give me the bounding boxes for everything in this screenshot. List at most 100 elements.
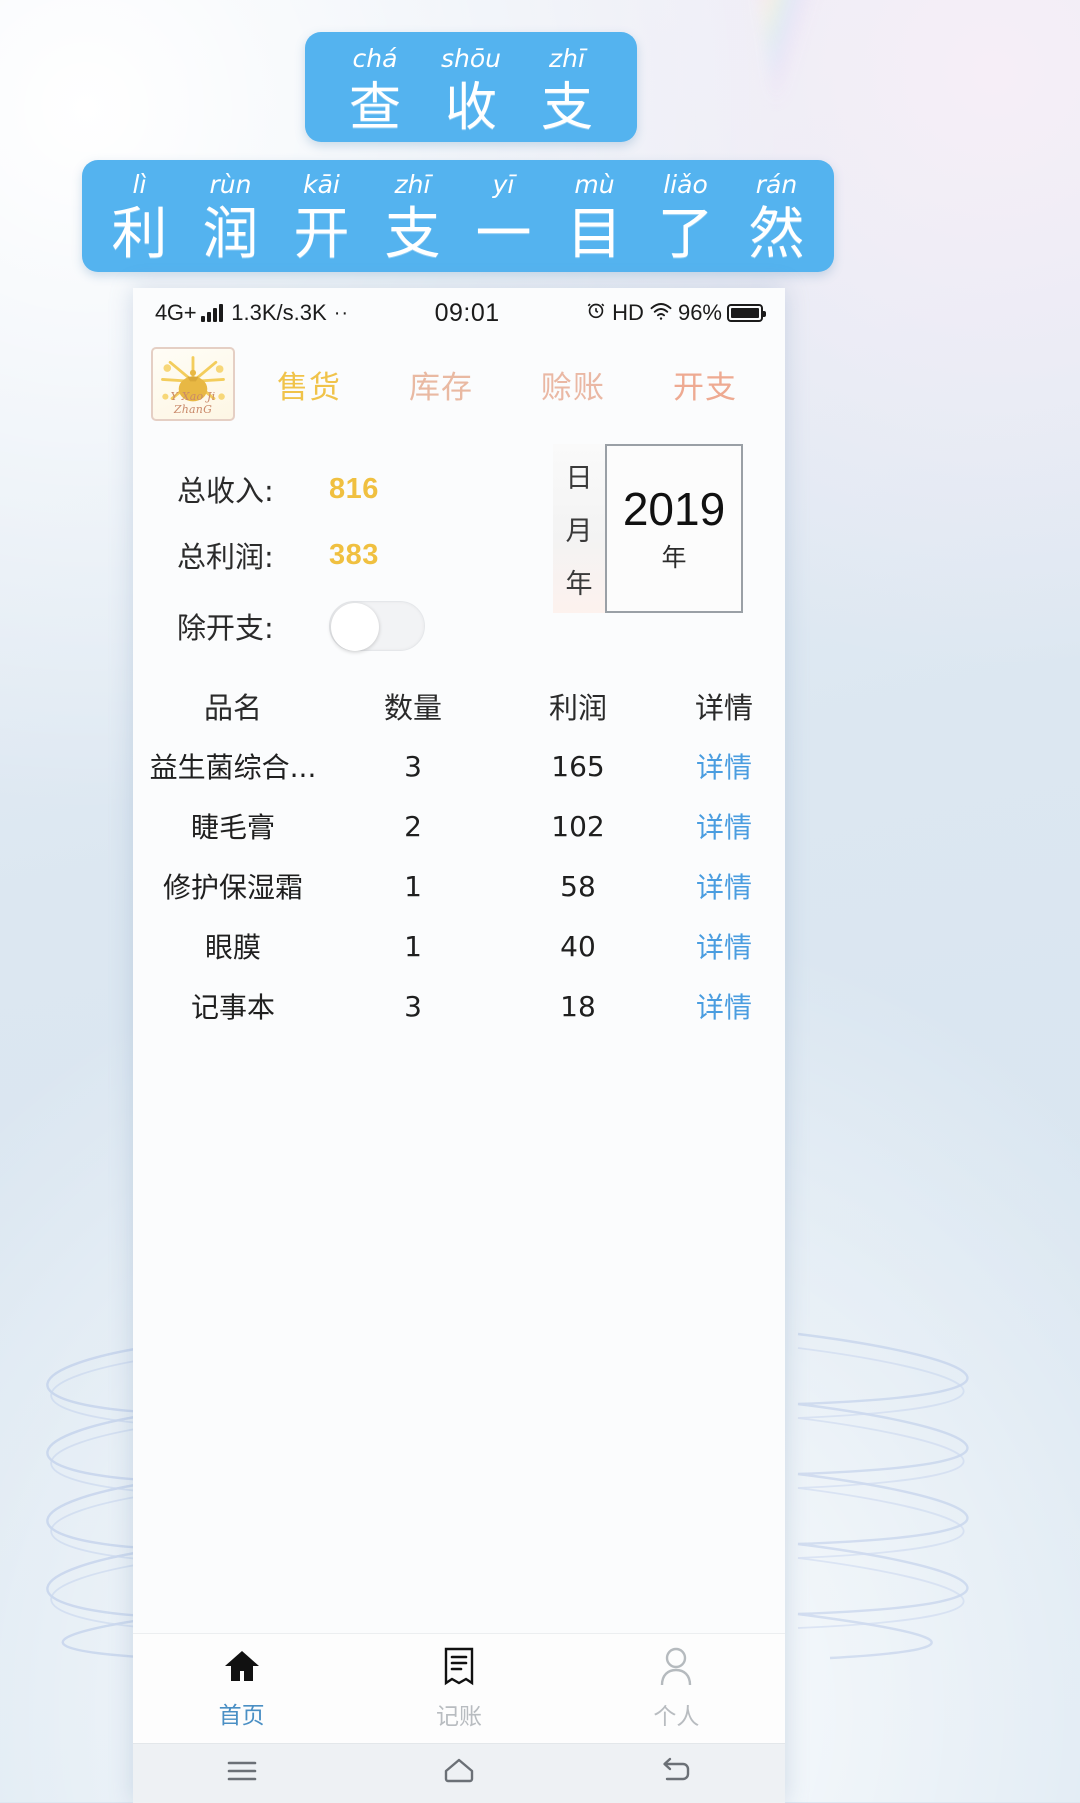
table-row[interactable]: 睫毛膏 2 102 详情 — [133, 796, 785, 856]
cell-profit: 40 — [560, 929, 596, 963]
status-bar: 4G+ 1.3K/s.3K ·· 09:01 HD 96% — [133, 288, 785, 338]
status-bar-left: 4G+ 1.3K/s.3K ·· — [155, 300, 349, 326]
tab-shezhang[interactable]: 赊账 — [541, 362, 605, 407]
cell-quantity: 3 — [404, 749, 422, 783]
phone-screenshot: 4G+ 1.3K/s.3K ·· 09:01 HD 96% Y Xao Ji Z… — [133, 288, 785, 1803]
nav-label-home: 首页 — [218, 1703, 265, 1729]
date-range-picker[interactable]: 日 月 年 2019 年 — [553, 444, 743, 613]
selected-period-box[interactable]: 2019 年 — [605, 444, 743, 613]
cell-product-name: 记事本 — [190, 991, 275, 1024]
hd-label: HD — [612, 300, 644, 325]
bottom-navigation: 首页 记账 个人 — [133, 1633, 785, 1743]
banner-char: zhī 支 — [367, 160, 458, 263]
hanzi-text: 开 — [293, 202, 350, 267]
cell-product-name: 眼膜 — [204, 931, 261, 964]
nav-item-home[interactable]: 首页 — [133, 1647, 350, 1730]
menu-icon — [225, 1758, 259, 1789]
table-row[interactable]: 修护保湿霜 1 58 详情 — [133, 856, 785, 916]
network-type-label: 4G+ — [155, 300, 197, 325]
clock-label: 09:01 — [434, 298, 500, 327]
nav-item-profile[interactable]: 个人 — [568, 1646, 785, 1731]
pinyin-text: liǎo — [663, 170, 708, 199]
hanzi-text: 支 — [384, 202, 441, 267]
detail-link[interactable]: 详情 — [663, 866, 785, 906]
detail-link[interactable]: 详情 — [663, 986, 785, 1026]
tab-shouhuo[interactable]: 售货 — [277, 362, 341, 407]
cell-profit: 165 — [551, 749, 605, 783]
banner-char: zhī 支 — [519, 32, 615, 134]
column-header-qty: 数量 — [383, 691, 442, 725]
pinyin-text: kāi — [303, 170, 340, 199]
pinyin-text: lì — [132, 170, 147, 199]
spiral-decoration-right — [790, 1320, 1080, 1670]
exclude-expense-label: 除开支: — [177, 611, 274, 645]
wifi-icon — [649, 300, 673, 327]
total-income-value: 816 — [329, 472, 379, 505]
exclude-expense-toggle[interactable] — [329, 601, 425, 651]
total-income-label: 总收入: — [177, 474, 274, 508]
cell-quantity: 1 — [404, 929, 422, 963]
detail-link[interactable]: 详情 — [663, 746, 785, 786]
table-row[interactable]: 记事本 3 18 详情 — [133, 976, 785, 1036]
battery-icon — [727, 304, 766, 322]
selected-year-unit: 年 — [661, 542, 687, 572]
table-row[interactable]: 眼膜 1 40 详情 — [133, 916, 785, 976]
banner-char: kāi 开 — [276, 160, 367, 263]
app-top-bar: Y Xao Ji ZhanG 售货 库存 赊账 开支 — [133, 338, 785, 430]
total-profit-label: 总利润: — [177, 540, 274, 574]
home-button[interactable] — [350, 1757, 567, 1790]
tab-kucun[interactable]: 库存 — [409, 362, 473, 407]
alarm-clock-icon — [585, 299, 607, 327]
pinyin-text: zhī — [394, 170, 431, 199]
tab-kaizhi[interactable]: 开支 — [673, 362, 737, 407]
cell-quantity: 2 — [404, 809, 422, 843]
column-header-profit: 利润 — [548, 691, 607, 725]
cell-profit: 18 — [560, 989, 596, 1023]
banner-cha-shou-zhi: chá 查 shōu 收 zhī 支 — [305, 32, 637, 142]
pinyin-text: mù — [574, 170, 615, 199]
column-header-name: 品名 — [203, 691, 262, 725]
selected-year-value: 2019 — [622, 482, 726, 535]
detail-link[interactable]: 详情 — [663, 926, 785, 966]
date-option-day[interactable]: 日 — [566, 456, 593, 495]
money-bag-logo-icon[interactable]: Y Xao Ji ZhanG — [151, 347, 235, 421]
detail-link[interactable]: 详情 — [663, 806, 785, 846]
back-button[interactable] — [568, 1757, 785, 1790]
products-table: 品名 数量 利润 详情 益生菌综合... 3 165 详情 睫毛膏 2 102 … — [133, 670, 785, 1633]
date-option-year[interactable]: 年 — [566, 562, 593, 601]
android-system-bar — [133, 1743, 785, 1803]
pinyin-text: rùn — [209, 170, 252, 199]
table-header-row: 品名 数量 利润 详情 — [133, 676, 785, 736]
nav-item-bookkeeping[interactable]: 记账 — [350, 1646, 567, 1731]
nav-label-profile: 个人 — [653, 1704, 700, 1730]
home-icon — [222, 1647, 262, 1690]
banner-char: shōu 收 — [423, 32, 519, 134]
pinyin-text: zhī — [549, 44, 585, 73]
banner-char: yī 一 — [458, 160, 549, 263]
banner-char: rán 然 — [731, 160, 822, 263]
summary-section: 日 月 年 2019 年 总收入: 816 总利润: 383 除开支: — [133, 430, 785, 670]
nav-label-bookkeeping: 记账 — [435, 1704, 482, 1730]
pinyin-text: yī — [492, 170, 515, 199]
hanzi-text: 收 — [444, 78, 497, 138]
hanzi-text: 了 — [657, 202, 714, 267]
banner-lirun-kaizhi: lì 利 rùn 润 kāi 开 zhī 支 yī 一 mù 目 liǎo 了 … — [82, 160, 834, 272]
pinyin-text: shōu — [440, 44, 501, 73]
date-unit-scroller[interactable]: 日 月 年 — [553, 444, 605, 613]
logo-text: Y Xao Ji ZhanG — [170, 390, 216, 416]
banner-char: liǎo 了 — [640, 160, 731, 263]
banner-char: chá 查 — [327, 32, 423, 134]
status-extra-dots: ·· — [333, 301, 350, 324]
signal-bars-icon — [201, 304, 224, 322]
total-profit-value: 383 — [329, 538, 379, 571]
menu-button[interactable] — [133, 1758, 350, 1789]
table-row[interactable]: 益生菌综合... 3 165 详情 — [133, 736, 785, 796]
cell-product-name: 修护保湿霜 — [162, 871, 303, 904]
toggle-knob — [331, 603, 379, 651]
category-tabs: 售货 库存 赊账 开支 — [235, 362, 771, 407]
hanzi-text: 一 — [475, 202, 532, 267]
network-speed-label: 1.3K/s.3K — [231, 300, 327, 325]
column-header-detail: 详情 — [694, 691, 753, 725]
cell-product-name: 睫毛膏 — [190, 811, 275, 844]
date-option-month[interactable]: 月 — [566, 509, 593, 548]
